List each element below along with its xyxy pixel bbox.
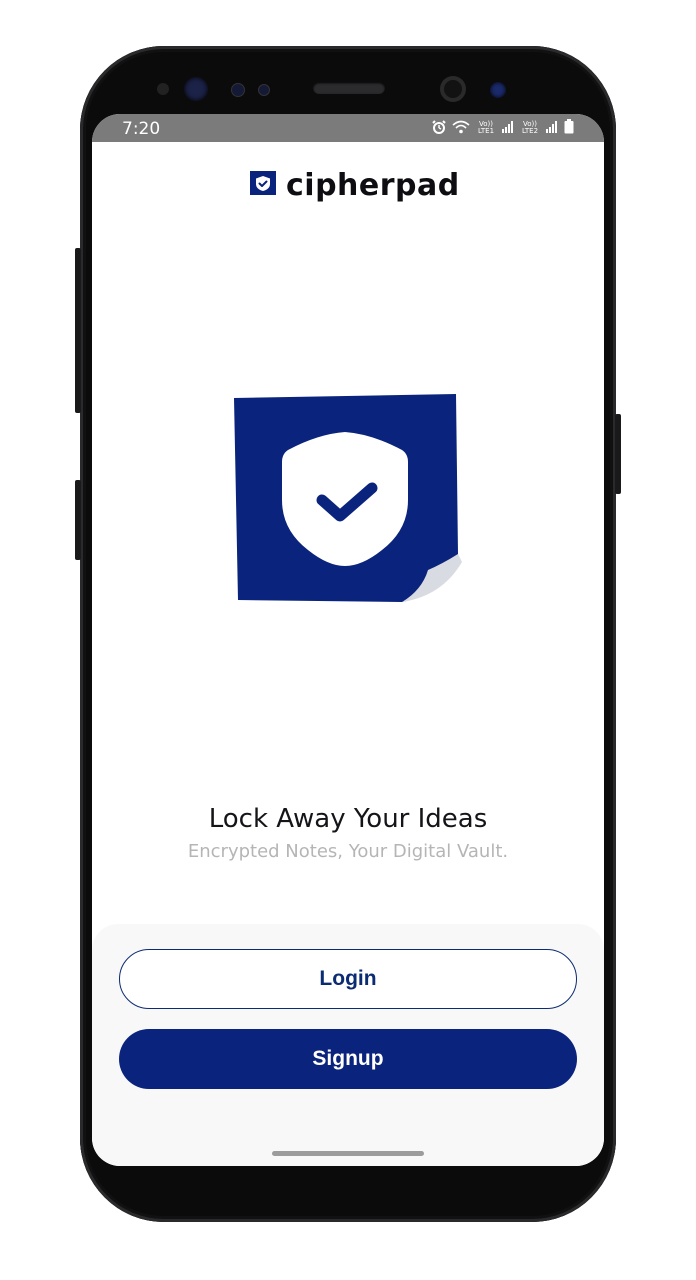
sim1-label: Vo)) LTE1	[477, 120, 495, 135]
home-indicator[interactable]	[272, 1151, 424, 1156]
hero-illustration	[232, 394, 464, 613]
auth-actions-panel: Login Signup	[92, 924, 604, 1166]
status-time: 7:20	[122, 119, 161, 139]
status-icons: Vo)) LTE1 Vo)) LTE2	[432, 119, 574, 137]
front-camera	[440, 76, 466, 102]
battery-icon	[564, 119, 574, 137]
iris-scanner	[184, 77, 208, 101]
power-button	[615, 414, 621, 494]
iris-camera	[490, 82, 506, 98]
earpiece-speaker	[313, 82, 385, 94]
wifi-icon	[452, 120, 470, 137]
volume-up-button	[75, 248, 81, 413]
proximity-sensor	[157, 83, 169, 95]
shield-check-icon	[250, 169, 278, 202]
signal-icon-2	[546, 120, 558, 136]
alarm-icon	[432, 119, 446, 137]
sensor-dot-1	[231, 83, 245, 97]
sensor-dot-2	[258, 84, 270, 96]
brand-name: cipherpad	[286, 168, 460, 203]
signup-button[interactable]: Signup	[119, 1029, 577, 1089]
intro-title: Lock Away Your Ideas	[208, 804, 488, 834]
app-screen: 7:20 Vo)) LTE1 Vo)) LTE2 cipherpad Lock …	[92, 114, 604, 1166]
intro-subtitle: Encrypted Notes, Your Digital Vault.	[187, 841, 509, 862]
brand-header: cipherpad	[250, 168, 460, 203]
login-button[interactable]: Login	[119, 949, 577, 1009]
sim2-label: Vo)) LTE2	[521, 120, 539, 135]
shield-check-note-icon	[232, 394, 464, 612]
status-bar: 7:20 Vo)) LTE1 Vo)) LTE2	[92, 114, 604, 142]
volume-down-button	[75, 480, 81, 560]
signal-icon	[502, 120, 514, 136]
